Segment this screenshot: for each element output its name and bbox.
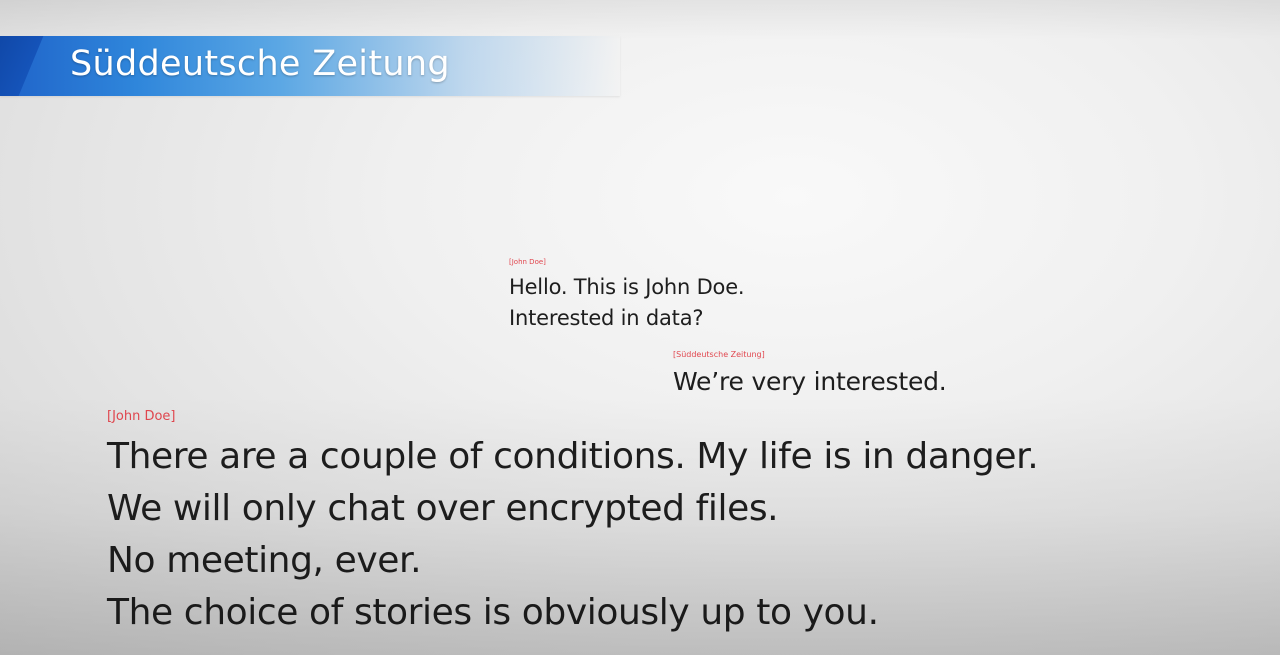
- message-line: Interested in data?: [509, 306, 704, 330]
- message-line: The choice of stories is obviously up to…: [107, 592, 879, 633]
- message-line: There are a couple of conditions. My lif…: [107, 436, 1039, 477]
- chat-message-1: [John Doe] Hello. This is John Doe. Inte…: [509, 258, 745, 334]
- chat-message-3: [John Doe] There are a couple of conditi…: [107, 409, 1039, 639]
- message-line: We’re very interested.: [673, 367, 947, 396]
- top-vignette: [0, 0, 1280, 40]
- message-line: Hello. This is John Doe.: [509, 275, 745, 299]
- message-sender: [Süddeutsche Zeitung]: [673, 350, 765, 359]
- message-sender: [John Doe]: [107, 409, 176, 424]
- message-line: We will only chat over encrypted files.: [107, 488, 779, 529]
- banner-title: Süddeutsche Zeitung: [70, 44, 450, 84]
- message-sender: [John Doe]: [509, 258, 546, 266]
- message-line: No meeting, ever.: [107, 540, 422, 581]
- chat-message-2: [Süddeutsche Zeitung] We’re very interes…: [673, 350, 947, 399]
